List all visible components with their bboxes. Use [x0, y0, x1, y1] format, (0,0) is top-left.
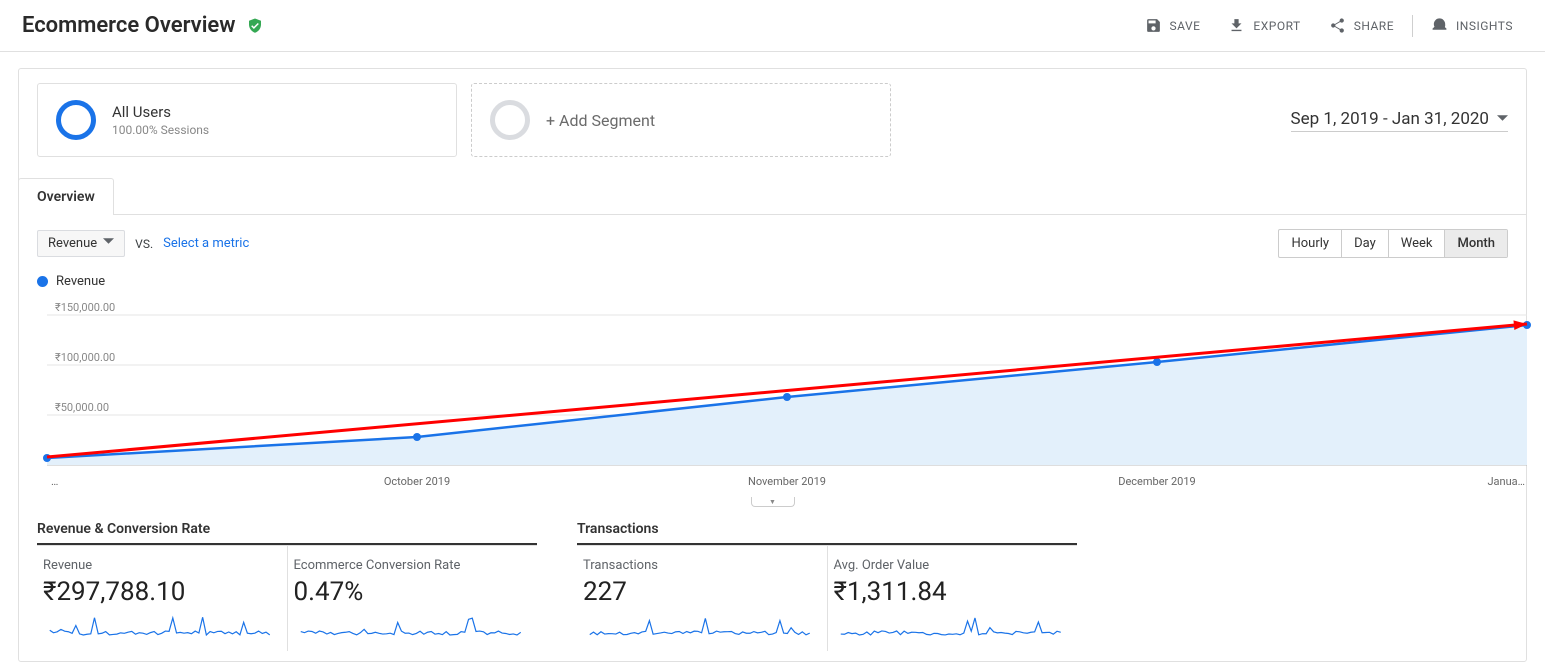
- svg-text:December 2019: December 2019: [1118, 475, 1195, 488]
- page-header: Ecommerce Overview SAVE EXPORT SHARE INS…: [0, 0, 1545, 51]
- page-title: Ecommerce Overview: [22, 13, 236, 38]
- stat-transactions[interactable]: Transactions 227: [577, 546, 828, 651]
- svg-text:₹100,000.00: ₹100,000.00: [55, 351, 115, 364]
- add-segment-button[interactable]: + Add Segment: [471, 83, 891, 157]
- sparkline: [583, 613, 817, 641]
- segment-title: All Users: [112, 103, 209, 121]
- stat-revenue[interactable]: Revenue ₹297,788.10: [37, 546, 288, 651]
- svg-text:₹50,000.00: ₹50,000.00: [55, 401, 109, 414]
- col-title: Revenue & Conversion Rate: [37, 521, 537, 545]
- gran-month[interactable]: Month: [1445, 230, 1507, 257]
- add-segment-circle-icon: [490, 100, 530, 140]
- gran-hourly[interactable]: Hourly: [1279, 230, 1342, 257]
- sparkline: [834, 613, 1068, 641]
- report-card: All Users 100.00% Sessions + Add Segment…: [18, 68, 1527, 662]
- caret-down-icon: [103, 236, 114, 251]
- export-button[interactable]: EXPORT: [1214, 10, 1314, 41]
- share-button[interactable]: SHARE: [1315, 10, 1408, 41]
- vs-label: VS.: [135, 237, 153, 251]
- svg-text:October 2019: October 2019: [384, 475, 450, 488]
- add-segment-label: + Add Segment: [546, 111, 655, 130]
- toolbar-separator: [1412, 15, 1413, 37]
- insights-button[interactable]: INSIGHTS: [1417, 10, 1527, 41]
- segment-circle-icon: [56, 100, 96, 140]
- segment-all-users[interactable]: All Users 100.00% Sessions: [37, 83, 457, 157]
- stat-conversion-rate[interactable]: Ecommerce Conversion Rate 0.47%: [288, 546, 538, 651]
- metric-dropdown[interactable]: Revenue: [37, 230, 125, 257]
- granularity-group: Hourly Day Week Month: [1278, 229, 1508, 258]
- svg-text:…: …: [51, 475, 58, 488]
- metrics-col-revenue: Revenue & Conversion Rate Revenue ₹297,7…: [37, 521, 537, 651]
- metrics-col-transactions: Transactions Transactions 227 Avg. Order…: [577, 521, 1077, 651]
- legend-dot-icon: [37, 276, 48, 287]
- date-range-picker[interactable]: Sep 1, 2019 - Jan 31, 2020: [1291, 109, 1508, 132]
- save-icon: [1145, 17, 1162, 34]
- svg-text:₹150,000.00: ₹150,000.00: [55, 301, 115, 314]
- insights-icon: [1431, 17, 1448, 34]
- caret-down-icon: [1497, 109, 1508, 129]
- sparkline: [43, 613, 277, 641]
- share-icon: [1329, 17, 1346, 34]
- legend-label: Revenue: [56, 274, 105, 289]
- save-button[interactable]: SAVE: [1131, 10, 1215, 41]
- svg-text:Janua…: Janua…: [1487, 475, 1525, 488]
- verified-shield-icon: [246, 17, 264, 35]
- select-metric-link[interactable]: Select a metric: [163, 236, 249, 251]
- gran-day[interactable]: Day: [1342, 230, 1389, 257]
- sparkline: [294, 613, 528, 641]
- stat-avg-order-value[interactable]: Avg. Order Value ₹1,311.84: [828, 546, 1078, 651]
- gran-week[interactable]: Week: [1389, 230, 1446, 257]
- svg-text:November 2019: November 2019: [748, 475, 826, 488]
- col-title: Transactions: [577, 521, 1077, 545]
- segment-subtitle: 100.00% Sessions: [112, 123, 209, 137]
- tab-overview[interactable]: Overview: [18, 178, 114, 215]
- export-icon: [1228, 17, 1245, 34]
- revenue-chart: ₹50,000.00 ₹100,000.00 ₹150,000.00 … October…: [37, 295, 1537, 495]
